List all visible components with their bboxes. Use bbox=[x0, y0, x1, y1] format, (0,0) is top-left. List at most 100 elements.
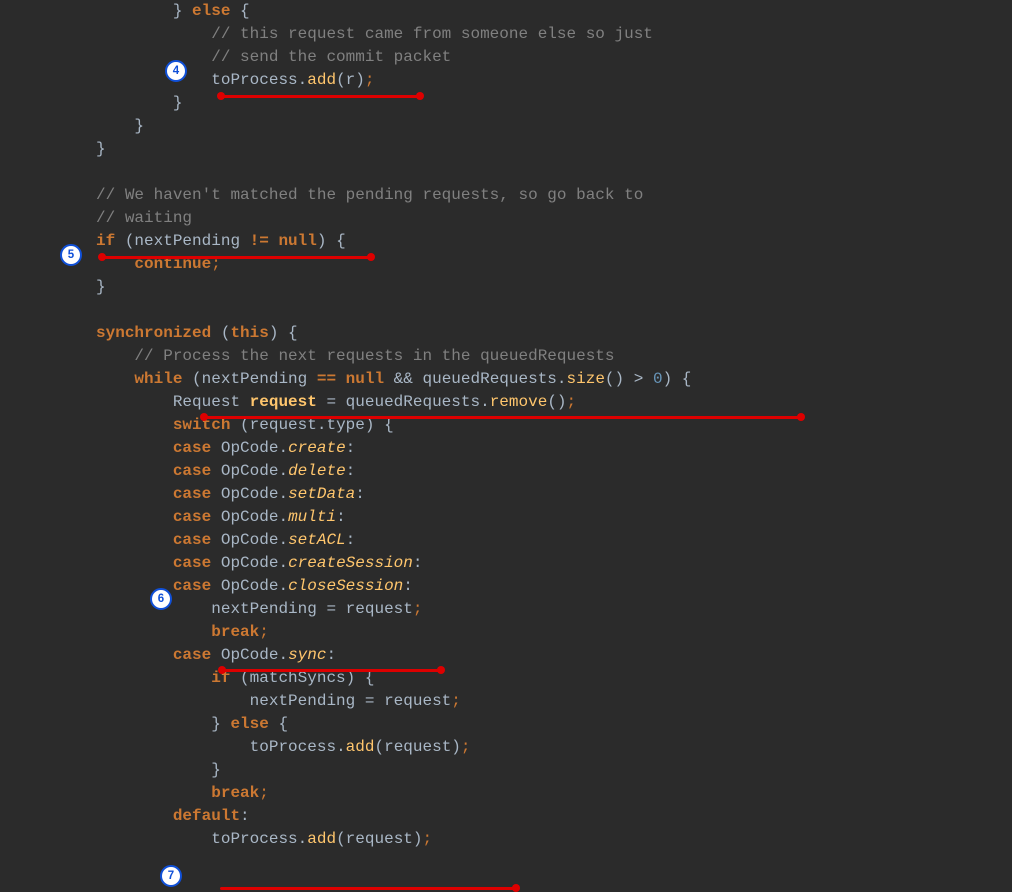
comment-line: // this request came from someone else s… bbox=[211, 25, 653, 43]
colon: : bbox=[355, 485, 365, 503]
annotation-dot bbox=[437, 666, 445, 674]
dot: . bbox=[298, 71, 308, 89]
close-brace: } bbox=[173, 94, 183, 112]
keyword-this: this bbox=[230, 324, 268, 342]
op-neq: != bbox=[250, 232, 269, 250]
op-eqeq: == bbox=[317, 370, 336, 388]
identifier: toProcess bbox=[211, 830, 297, 848]
dot: . bbox=[557, 370, 567, 388]
type: Request bbox=[173, 393, 250, 411]
constant: sync bbox=[288, 646, 326, 664]
semicolon: ; bbox=[259, 623, 269, 641]
close-brace: } bbox=[134, 117, 144, 135]
keyword-while: while bbox=[134, 370, 182, 388]
args: (request) bbox=[374, 738, 460, 756]
keyword-default: default bbox=[173, 807, 240, 825]
constant: setACL bbox=[288, 531, 346, 549]
qual: OpCode bbox=[211, 531, 278, 549]
paren: () bbox=[605, 370, 634, 388]
keyword-else: else bbox=[192, 2, 230, 20]
keyword-break: break bbox=[211, 623, 259, 641]
colon: : bbox=[403, 577, 413, 595]
open: { bbox=[269, 715, 288, 733]
semicolon: ; bbox=[567, 393, 577, 411]
keyword-case: case bbox=[173, 554, 211, 572]
colon: : bbox=[346, 439, 356, 457]
annotation-dot bbox=[416, 92, 424, 100]
keyword-case: case bbox=[173, 439, 211, 457]
method-call: remove bbox=[490, 393, 548, 411]
close: ) { bbox=[269, 324, 298, 342]
annotation-badge-6: 6 bbox=[150, 588, 172, 610]
semicolon: ; bbox=[451, 692, 461, 710]
close-brace: } bbox=[96, 140, 106, 158]
keyword-if: if bbox=[96, 232, 115, 250]
identifier: toProcess bbox=[211, 71, 297, 89]
annotation-underline bbox=[100, 256, 370, 259]
keyword-case: case bbox=[173, 485, 211, 503]
comment-line: // send the commit packet bbox=[211, 48, 451, 66]
and: && bbox=[384, 370, 422, 388]
method-call: add bbox=[307, 830, 336, 848]
args: (request) bbox=[336, 830, 422, 848]
keyword-null: null bbox=[346, 370, 384, 388]
keyword-case: case bbox=[173, 462, 211, 480]
annotation-dot bbox=[367, 253, 375, 261]
keyword-case: case bbox=[173, 508, 211, 526]
code: } else { // this request came from someo… bbox=[0, 0, 1012, 851]
annotation-dot bbox=[512, 884, 520, 892]
eq: = queuedRequests bbox=[317, 393, 480, 411]
expr: (nextPending bbox=[115, 232, 249, 250]
close: ) { bbox=[663, 370, 692, 388]
expr: (nextPending bbox=[182, 370, 316, 388]
semicolon: ; bbox=[365, 71, 375, 89]
identifier: toProcess bbox=[250, 738, 336, 756]
comment-line: // We haven't matched the pending reques… bbox=[96, 186, 643, 204]
dot: . bbox=[278, 462, 288, 480]
colon: : bbox=[346, 462, 356, 480]
semicolon: ; bbox=[461, 738, 471, 756]
qual: OpCode bbox=[211, 646, 278, 664]
semicolon: ; bbox=[413, 600, 423, 618]
keyword-synchronized: synchronized bbox=[96, 324, 211, 342]
constant: delete bbox=[288, 462, 346, 480]
comment-line: // Process the next requests in the queu… bbox=[134, 347, 614, 365]
annotation-underline bbox=[202, 416, 800, 419]
qual: OpCode bbox=[211, 462, 278, 480]
keyword-case: case bbox=[173, 646, 211, 664]
comment-line: // waiting bbox=[96, 209, 192, 227]
code-block: } else { // this request came from someo… bbox=[0, 0, 1012, 851]
open: ( bbox=[211, 324, 230, 342]
keyword-case: case bbox=[173, 577, 211, 595]
annotation-badge-5: 5 bbox=[60, 244, 82, 266]
number: 0 bbox=[653, 370, 663, 388]
semicolon: ; bbox=[259, 784, 269, 802]
keyword-null: null bbox=[278, 232, 316, 250]
dot: . bbox=[278, 439, 288, 457]
dot: . bbox=[278, 531, 288, 549]
colon: : bbox=[326, 646, 336, 664]
constant: createSession bbox=[288, 554, 413, 572]
op-gt: > bbox=[634, 370, 644, 388]
brace: } bbox=[173, 2, 192, 20]
annotation-dot bbox=[218, 666, 226, 674]
sp bbox=[643, 370, 653, 388]
annotation-dot bbox=[217, 92, 225, 100]
colon: : bbox=[346, 531, 356, 549]
constant: setData bbox=[288, 485, 355, 503]
sp bbox=[269, 232, 279, 250]
annotation-underline bbox=[220, 669, 440, 672]
identifier: queuedRequests bbox=[422, 370, 556, 388]
var-name: request bbox=[250, 393, 317, 411]
qual: OpCode bbox=[211, 439, 278, 457]
dot: . bbox=[278, 554, 288, 572]
annotation-badge-7: 7 bbox=[160, 865, 182, 887]
annotation-underline bbox=[219, 95, 419, 98]
constant: closeSession bbox=[288, 577, 403, 595]
dot: . bbox=[278, 646, 288, 664]
close-brace: } bbox=[211, 761, 221, 779]
keyword-case: case bbox=[173, 531, 211, 549]
annotation-dot bbox=[98, 253, 106, 261]
dot: . bbox=[336, 738, 346, 756]
semicolon: ; bbox=[423, 830, 433, 848]
